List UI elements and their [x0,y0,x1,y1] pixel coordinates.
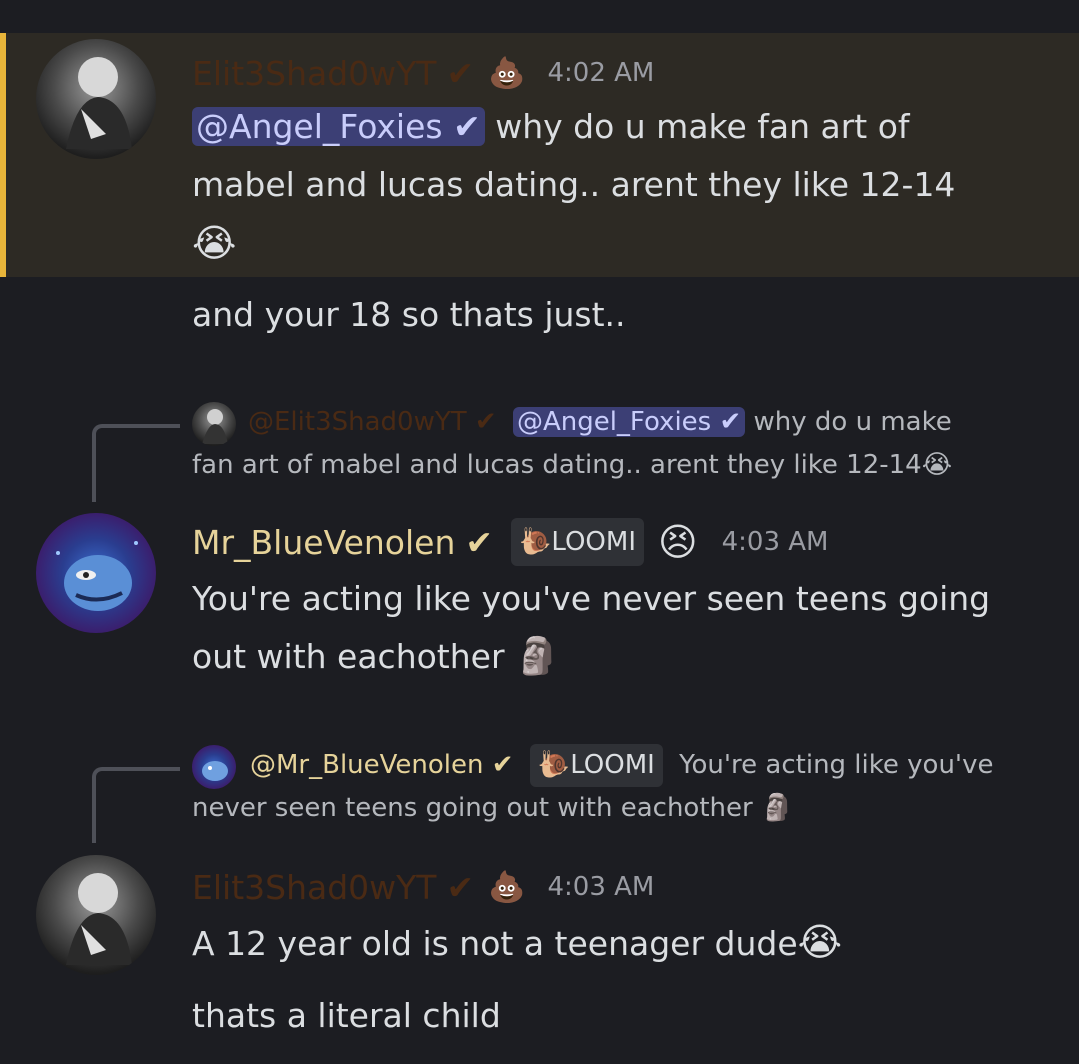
moai-emoji-icon: 🗿 [515,636,560,677]
moai-emoji-icon: 🗿 [760,793,794,823]
poop-emoji-icon: 💩 [488,869,526,905]
message-text: out with eachother [192,637,505,676]
message-text: why do u make fan art of [484,107,910,146]
role-tag[interactable]: 🐌LOOMI [529,744,663,787]
author-name[interactable]: Mr_BlueVenolen [192,523,455,562]
role-tag[interactable]: 🐌LOOMI [511,518,644,566]
reply-author[interactable]: @Elit3Shad0wYT [248,407,467,437]
author-name[interactable]: Elit3Shad0wYT [192,54,436,93]
mention-angel-foxies[interactable]: @Angel_Foxies ✔ [512,407,746,437]
message-text: and your 18 so thats just.. [192,295,626,334]
reply-text: fan art of mabel and lucas dating.. aren… [192,450,922,480]
poop-emoji-icon: 💩 [488,55,526,91]
crying-emoji-icon: 😭 [192,221,237,265]
avatar-character-icon [56,541,138,611]
verified-icon: ✔ [491,750,514,780]
avatar[interactable] [36,513,156,633]
snail-icon: 🐌 [519,527,552,557]
message-text: mabel and lucas dating.. arent they like… [192,165,956,204]
avatar-figure-icon [66,873,132,965]
timestamp: 4:03 AM [721,527,829,557]
message-header: Elit3Shad0wYT ✔ 💩 4:02 AM [192,48,654,98]
tag-label: LOOMI [551,527,636,557]
reply-text: never seen teens going out with eachothe… [192,793,753,823]
timestamp: 4:03 AM [547,872,655,902]
crying-emoji-icon: 😭 [921,450,953,480]
reply-preview[interactable]: @Elit3Shad0wYT ✔ @Angel_Foxies ✔ why do … [192,401,1052,487]
avatar[interactable] [36,39,156,159]
verified-icon: ✔ [474,407,497,437]
message-body: You're acting like you've never seen tee… [192,570,1062,686]
verified-icon: ✔ [446,53,475,93]
mention-angel-foxies[interactable]: @Angel_Foxies ✔ [192,107,485,146]
reply-text: You're acting like you've [679,750,994,780]
tag-label: LOOMI [570,750,655,780]
reply-connector [92,424,180,502]
reply-preview[interactable]: @Mr_BlueVenolen ✔ 🐌LOOMI You're acting l… [192,744,1052,830]
timestamp: 4:02 AM [547,58,655,88]
avatar[interactable] [36,855,156,975]
avatar-figure-icon [66,57,132,149]
message-header: Mr_BlueVenolen ✔ 🐌LOOMI 😣 4:03 AM [192,514,829,570]
reply-text: why do u make [745,407,952,437]
verified-icon: ✔ [446,867,475,907]
author-name[interactable]: Elit3Shad0wYT [192,868,436,907]
message-text: You're acting like you've never seen tee… [192,579,991,618]
message-header: Elit3Shad0wYT ✔ 💩 4:03 AM [192,862,654,912]
crying-emoji-icon: 😭 [797,920,843,964]
snail-icon: 🐌 [537,750,571,780]
confounded-emoji-icon: 😣 [658,520,698,564]
reply-author[interactable]: @Mr_BlueVenolen [250,750,484,780]
message-body: A 12 year old is not a teenager dude😭 [192,913,1062,973]
reply-connector [92,767,180,843]
message-text: A 12 year old is not a teenager dude [192,924,798,963]
verified-icon: ✔ [465,522,494,562]
message-body: @Angel_Foxies ✔ why do u make fan art of… [192,98,1052,272]
message-text: thats a literal child [192,996,501,1035]
